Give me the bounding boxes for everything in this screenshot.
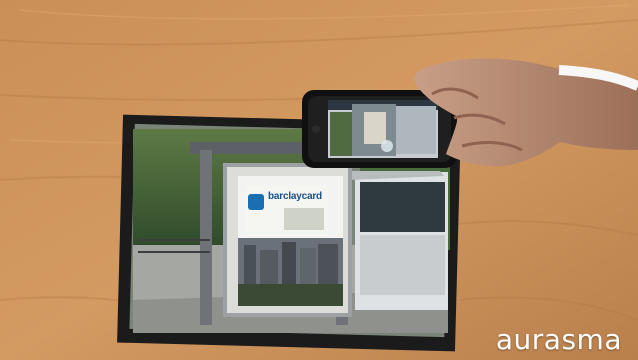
video-frame: barclaycard aurasma [0, 0, 638, 360]
scene-illustration [0, 0, 638, 360]
ad-brand-text: barclaycard [268, 191, 322, 202]
aurasma-watermark: aurasma [495, 323, 622, 356]
